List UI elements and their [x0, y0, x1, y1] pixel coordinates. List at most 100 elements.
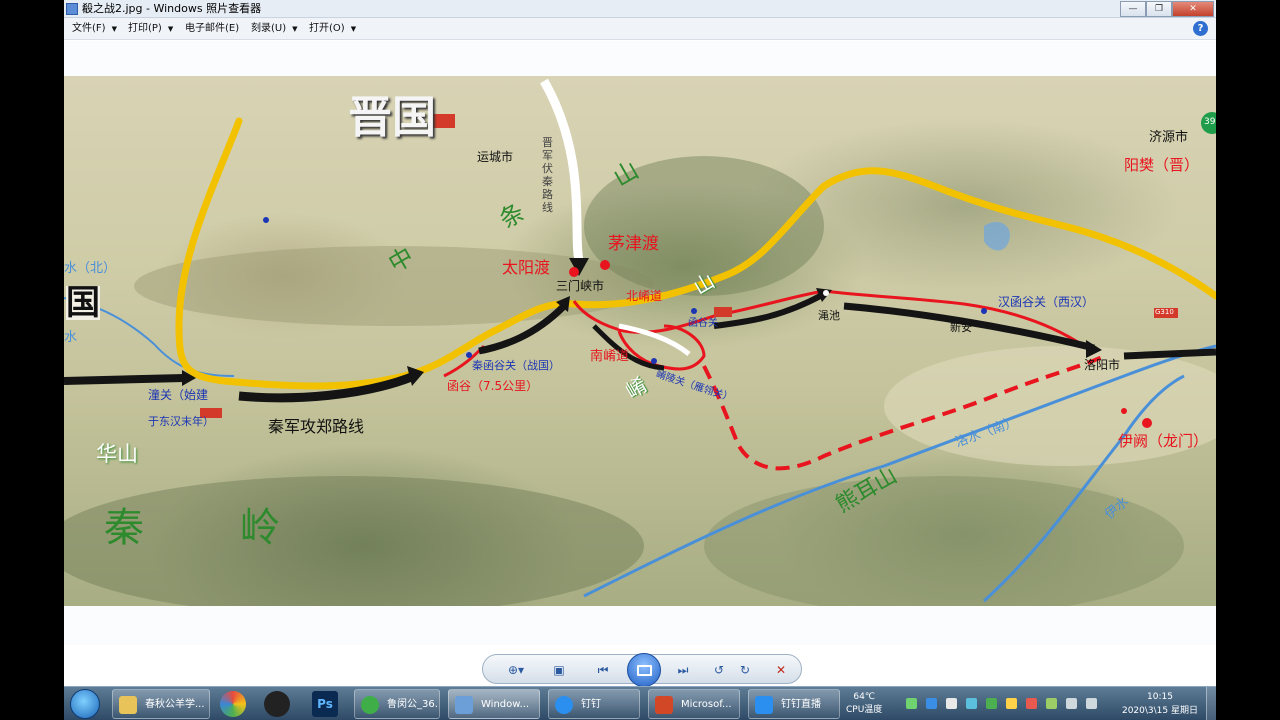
rotate-ccw-icon[interactable]: ↺ — [709, 660, 729, 680]
menu-burn[interactable]: 刻录(U) ▼ — [247, 18, 302, 40]
cpu-temp-label: CPU温度 — [846, 705, 883, 715]
place-dot — [466, 352, 472, 358]
place-dot — [823, 290, 829, 296]
map-label-beixiao-dao: 北崤道 — [626, 289, 663, 303]
map-label-jin-state: 晋国 — [348, 92, 436, 143]
map-label-maojin-du: 茅津渡 — [608, 234, 659, 254]
menu-burn-label: 刻录(U) — [251, 23, 287, 34]
photoshop-icon[interactable]: Ps — [312, 691, 338, 717]
map-label-ling: 岭 — [240, 505, 280, 551]
start-button[interactable] — [70, 689, 100, 719]
taskbar-app-label: 春秋公羊学... — [145, 699, 205, 710]
window-title: 殽之战2.jpg - Windows 照片查看器 — [82, 2, 262, 15]
place-dot — [651, 358, 657, 364]
map-label-jiyuan: 济源市 — [1149, 130, 1189, 145]
menu-file[interactable]: 文件(F) ▼ — [68, 18, 121, 40]
place-dot — [1142, 418, 1152, 428]
map-label-xinan: 新安 — [950, 321, 972, 334]
menu-email[interactable]: 电子邮件(E) — [181, 18, 243, 40]
cpu-temp-widget[interactable]: 64℃ CPU温度 — [846, 691, 882, 717]
actual-size-icon[interactable]: ▣ — [547, 660, 571, 680]
taskbar-app-dingtalk[interactable]: 钉钉 — [548, 689, 640, 719]
update-icon[interactable] — [1006, 698, 1017, 709]
road-badge-label: 39 — [1204, 117, 1216, 127]
map-label-sanmenxia: 三门峡市 — [556, 279, 605, 293]
screen: 殽之战2.jpg - Windows 照片查看器 — ❐ ✕ 文件(F) ▼ 打印… — [0, 0, 1280, 720]
clock[interactable]: 10:15 2020\3\15 星期日 — [1122, 690, 1198, 718]
place-dot — [981, 308, 987, 314]
map-label-nanxiao-dao: 南崤道 — [590, 349, 630, 364]
menu-print[interactable]: 打印(P) ▼ — [124, 18, 177, 40]
terrain-ridge — [704, 476, 1184, 606]
map-label-yangfan: 阳樊（晋） — [1124, 156, 1200, 174]
map-label-shui-left: 水 — [64, 330, 78, 345]
title-bar[interactable]: 殽之战2.jpg - Windows 照片查看器 — ❐ ✕ — [64, 0, 1216, 18]
map-label-mianchi: 渑池 — [818, 309, 840, 322]
road-sign — [714, 307, 732, 317]
cpu-temp-value: 64℃ — [853, 692, 875, 702]
system-tray: 64℃ CPU温度 10:15 2020\3\15 星期日 — [836, 687, 1216, 720]
taskbar-app-folder[interactable]: 春秋公羊学... — [112, 689, 210, 719]
map-label-jin-ambush-route: 晋军伏秦路线 — [542, 136, 553, 214]
browser-icon — [361, 696, 379, 714]
delete-icon[interactable]: ✕ — [771, 660, 791, 680]
dingtalk-icon — [555, 696, 573, 714]
pen-icon[interactable] — [946, 698, 957, 709]
zoom-icon[interactable]: ⊕▾ — [501, 660, 531, 680]
chevron-down-icon: ▼ — [350, 25, 357, 33]
app-tray-icon[interactable] — [1046, 698, 1057, 709]
slideshow-screen-icon — [637, 665, 652, 676]
help-icon[interactable]: ? — [1193, 21, 1208, 36]
lake — [984, 221, 1010, 251]
show-desktop-button[interactable] — [1206, 687, 1216, 720]
menu-open[interactable]: 打开(O) ▼ — [305, 18, 360, 40]
maximize-button[interactable]: ❐ — [1146, 1, 1172, 17]
folder-icon — [119, 696, 137, 714]
black-route-far-east — [1123, 348, 1216, 360]
next-icon[interactable]: ⏭ — [671, 660, 695, 680]
map-label-qin-attack-route: 秦军攻郑路线 — [268, 417, 365, 436]
battery-icon[interactable] — [906, 698, 917, 709]
window-controls: — ❐ ✕ — [1120, 1, 1214, 17]
clock-date: 2020\3\15 星期日 — [1121, 706, 1198, 716]
map-label-tong-guan-2: 于东汉末年） — [148, 415, 214, 428]
notification-icon[interactable] — [1026, 698, 1037, 709]
minimize-button[interactable]: — — [1120, 1, 1146, 17]
place-dot — [569, 267, 579, 277]
slideshow-icon[interactable] — [627, 653, 661, 687]
taskbar-app-dingtalk-live[interactable]: 钉钉直播 — [748, 689, 840, 719]
shield-icon[interactable] — [926, 698, 937, 709]
taskbar-app-browser[interactable]: 鲁闵公_36... — [354, 689, 440, 719]
menu-print-label: 打印(P) — [128, 23, 162, 34]
map-routes-layer — [64, 78, 1216, 606]
menu-open-label: 打开(O) — [309, 23, 345, 34]
place-dot — [263, 217, 269, 223]
battle-map-image: 晋国 国 运城市 济源市 阳樊（晋） 山 条 中 太阳渡 茅津渡 三门峡市 北崤… — [64, 76, 1216, 606]
taskbar-app-photo-viewer[interactable]: Window... — [448, 689, 540, 719]
volume-icon[interactable] — [1086, 698, 1097, 709]
map-label-huashan: 华山 — [96, 442, 138, 466]
menu-bar: 文件(F) ▼ 打印(P) ▼ 电子邮件(E) 刻录(U) ▼ 打开(O) ▼ ? — [64, 18, 1216, 40]
viewer-toolbar: ⊕▾ ▣ ⏮ ⏭ ↺ ↻ ✕ — [482, 653, 802, 687]
black-route-west — [64, 374, 185, 385]
taskbar-app-powerpoint[interactable]: Microsof... — [648, 689, 740, 719]
map-label-river-bei: 水（北） — [64, 261, 117, 276]
previous-icon[interactable]: ⏮ — [591, 660, 615, 680]
image-view-area[interactable]: 晋国 国 运城市 济源市 阳樊（晋） 山 条 中 太阳渡 茅津渡 三门峡市 北崤… — [64, 41, 1216, 645]
network-icon[interactable] — [966, 698, 977, 709]
chrome-icon[interactable] — [220, 691, 246, 717]
rotate-cw-icon[interactable]: ↻ — [735, 660, 755, 680]
close-button[interactable]: ✕ — [1172, 1, 1214, 17]
place-dot — [600, 260, 610, 270]
place-dot — [1121, 408, 1127, 414]
map-label-yuncheng: 运城市 — [477, 150, 514, 164]
road-sign-label: G310 — [1155, 308, 1174, 316]
qq-penguin-icon[interactable] — [264, 691, 290, 717]
map-label-luoyang: 洛阳市 — [1084, 358, 1121, 372]
photo-viewer-icon — [455, 696, 473, 714]
map-label-hangu-guan-small: 函谷关 — [688, 318, 718, 329]
menu-file-label: 文件(F) — [72, 23, 106, 34]
monitor-icon[interactable] — [1066, 698, 1077, 709]
security-icon[interactable] — [986, 698, 997, 709]
taskbar: 春秋公羊学... Ps 鲁闵公_36... Window... 钉钉 Micro… — [64, 686, 1216, 720]
